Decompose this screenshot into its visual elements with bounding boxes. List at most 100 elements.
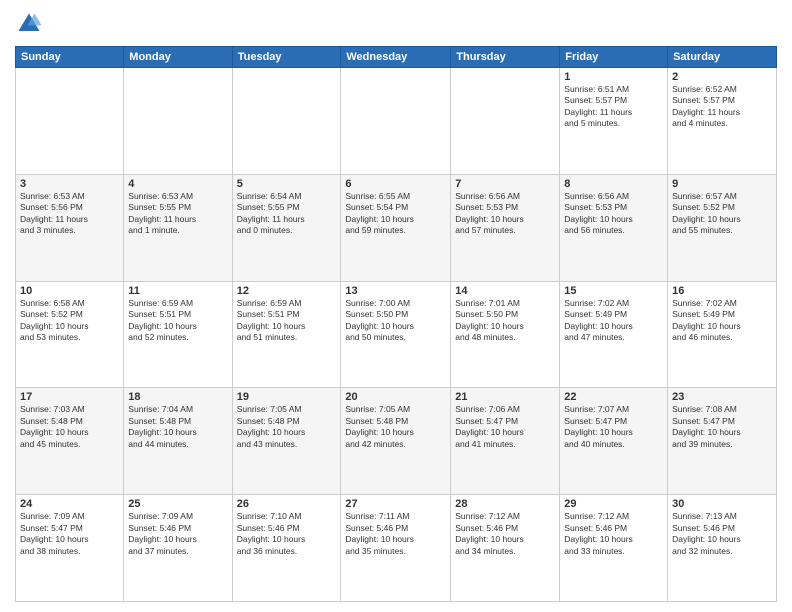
- day-info: Sunrise: 7:05 AM Sunset: 5:48 PM Dayligh…: [237, 404, 337, 450]
- day-info: Sunrise: 7:02 AM Sunset: 5:49 PM Dayligh…: [564, 298, 663, 344]
- logo-icon: [15, 10, 43, 38]
- day-info: Sunrise: 6:52 AM Sunset: 5:57 PM Dayligh…: [672, 84, 772, 130]
- day-number: 20: [345, 391, 446, 403]
- calendar-cell: 12Sunrise: 6:59 AM Sunset: 5:51 PM Dayli…: [232, 281, 341, 388]
- day-number: 29: [564, 498, 663, 510]
- calendar-cell: 24Sunrise: 7:09 AM Sunset: 5:47 PM Dayli…: [16, 495, 124, 602]
- day-number: 5: [237, 178, 337, 190]
- day-info: Sunrise: 6:55 AM Sunset: 5:54 PM Dayligh…: [345, 191, 446, 237]
- calendar-cell: 6Sunrise: 6:55 AM Sunset: 5:54 PM Daylig…: [341, 174, 451, 281]
- day-number: 10: [20, 285, 119, 297]
- page-header: [15, 10, 777, 38]
- day-number: 30: [672, 498, 772, 510]
- day-number: 17: [20, 391, 119, 403]
- day-info: Sunrise: 7:13 AM Sunset: 5:46 PM Dayligh…: [672, 511, 772, 557]
- day-number: 28: [455, 498, 555, 510]
- dow-header-wednesday: Wednesday: [341, 47, 451, 68]
- day-info: Sunrise: 7:12 AM Sunset: 5:46 PM Dayligh…: [455, 511, 555, 557]
- calendar-cell: 22Sunrise: 7:07 AM Sunset: 5:47 PM Dayli…: [560, 388, 668, 495]
- day-number: 2: [672, 71, 772, 83]
- dow-header-tuesday: Tuesday: [232, 47, 341, 68]
- day-number: 9: [672, 178, 772, 190]
- calendar-cell: 25Sunrise: 7:09 AM Sunset: 5:46 PM Dayli…: [124, 495, 232, 602]
- day-info: Sunrise: 7:09 AM Sunset: 5:47 PM Dayligh…: [20, 511, 119, 557]
- calendar-cell: 19Sunrise: 7:05 AM Sunset: 5:48 PM Dayli…: [232, 388, 341, 495]
- calendar-cell: 30Sunrise: 7:13 AM Sunset: 5:46 PM Dayli…: [668, 495, 777, 602]
- day-info: Sunrise: 7:11 AM Sunset: 5:46 PM Dayligh…: [345, 511, 446, 557]
- calendar-cell: 20Sunrise: 7:05 AM Sunset: 5:48 PM Dayli…: [341, 388, 451, 495]
- calendar-cell: 18Sunrise: 7:04 AM Sunset: 5:48 PM Dayli…: [124, 388, 232, 495]
- calendar-cell: 3Sunrise: 6:53 AM Sunset: 5:56 PM Daylig…: [16, 174, 124, 281]
- day-number: 4: [128, 178, 227, 190]
- calendar-cell: 2Sunrise: 6:52 AM Sunset: 5:57 PM Daylig…: [668, 68, 777, 175]
- day-number: 7: [455, 178, 555, 190]
- dow-header-thursday: Thursday: [451, 47, 560, 68]
- calendar-cell: [232, 68, 341, 175]
- day-info: Sunrise: 6:54 AM Sunset: 5:55 PM Dayligh…: [237, 191, 337, 237]
- day-number: 21: [455, 391, 555, 403]
- calendar-cell: 14Sunrise: 7:01 AM Sunset: 5:50 PM Dayli…: [451, 281, 560, 388]
- day-number: 6: [345, 178, 446, 190]
- day-number: 18: [128, 391, 227, 403]
- day-info: Sunrise: 6:51 AM Sunset: 5:57 PM Dayligh…: [564, 84, 663, 130]
- calendar-cell: 23Sunrise: 7:08 AM Sunset: 5:47 PM Dayli…: [668, 388, 777, 495]
- day-number: 25: [128, 498, 227, 510]
- calendar-cell: 4Sunrise: 6:53 AM Sunset: 5:55 PM Daylig…: [124, 174, 232, 281]
- day-info: Sunrise: 7:05 AM Sunset: 5:48 PM Dayligh…: [345, 404, 446, 450]
- calendar-cell: 15Sunrise: 7:02 AM Sunset: 5:49 PM Dayli…: [560, 281, 668, 388]
- day-number: 24: [20, 498, 119, 510]
- calendar-cell: 7Sunrise: 6:56 AM Sunset: 5:53 PM Daylig…: [451, 174, 560, 281]
- calendar-cell: [451, 68, 560, 175]
- day-info: Sunrise: 6:53 AM Sunset: 5:56 PM Dayligh…: [20, 191, 119, 237]
- day-info: Sunrise: 7:06 AM Sunset: 5:47 PM Dayligh…: [455, 404, 555, 450]
- day-number: 11: [128, 285, 227, 297]
- day-info: Sunrise: 7:03 AM Sunset: 5:48 PM Dayligh…: [20, 404, 119, 450]
- calendar: SundayMondayTuesdayWednesdayThursdayFrid…: [15, 46, 777, 602]
- day-number: 1: [564, 71, 663, 83]
- day-number: 3: [20, 178, 119, 190]
- calendar-cell: 10Sunrise: 6:58 AM Sunset: 5:52 PM Dayli…: [16, 281, 124, 388]
- day-info: Sunrise: 6:59 AM Sunset: 5:51 PM Dayligh…: [237, 298, 337, 344]
- day-number: 8: [564, 178, 663, 190]
- day-number: 23: [672, 391, 772, 403]
- day-number: 26: [237, 498, 337, 510]
- day-number: 15: [564, 285, 663, 297]
- dow-header-saturday: Saturday: [668, 47, 777, 68]
- day-info: Sunrise: 7:01 AM Sunset: 5:50 PM Dayligh…: [455, 298, 555, 344]
- calendar-cell: 9Sunrise: 6:57 AM Sunset: 5:52 PM Daylig…: [668, 174, 777, 281]
- day-number: 19: [237, 391, 337, 403]
- day-info: Sunrise: 6:57 AM Sunset: 5:52 PM Dayligh…: [672, 191, 772, 237]
- day-info: Sunrise: 7:02 AM Sunset: 5:49 PM Dayligh…: [672, 298, 772, 344]
- day-info: Sunrise: 6:56 AM Sunset: 5:53 PM Dayligh…: [564, 191, 663, 237]
- day-info: Sunrise: 7:00 AM Sunset: 5:50 PM Dayligh…: [345, 298, 446, 344]
- day-info: Sunrise: 6:59 AM Sunset: 5:51 PM Dayligh…: [128, 298, 227, 344]
- calendar-cell: 16Sunrise: 7:02 AM Sunset: 5:49 PM Dayli…: [668, 281, 777, 388]
- day-info: Sunrise: 7:08 AM Sunset: 5:47 PM Dayligh…: [672, 404, 772, 450]
- calendar-cell: 13Sunrise: 7:00 AM Sunset: 5:50 PM Dayli…: [341, 281, 451, 388]
- day-info: Sunrise: 7:04 AM Sunset: 5:48 PM Dayligh…: [128, 404, 227, 450]
- day-number: 22: [564, 391, 663, 403]
- calendar-cell: [341, 68, 451, 175]
- calendar-cell: 26Sunrise: 7:10 AM Sunset: 5:46 PM Dayli…: [232, 495, 341, 602]
- calendar-cell: 5Sunrise: 6:54 AM Sunset: 5:55 PM Daylig…: [232, 174, 341, 281]
- day-number: 16: [672, 285, 772, 297]
- calendar-cell: 21Sunrise: 7:06 AM Sunset: 5:47 PM Dayli…: [451, 388, 560, 495]
- day-info: Sunrise: 7:12 AM Sunset: 5:46 PM Dayligh…: [564, 511, 663, 557]
- calendar-cell: 17Sunrise: 7:03 AM Sunset: 5:48 PM Dayli…: [16, 388, 124, 495]
- logo: [15, 10, 47, 38]
- day-info: Sunrise: 6:53 AM Sunset: 5:55 PM Dayligh…: [128, 191, 227, 237]
- calendar-cell: 11Sunrise: 6:59 AM Sunset: 5:51 PM Dayli…: [124, 281, 232, 388]
- dow-header-sunday: Sunday: [16, 47, 124, 68]
- calendar-cell: [124, 68, 232, 175]
- dow-header-friday: Friday: [560, 47, 668, 68]
- calendar-cell: 1Sunrise: 6:51 AM Sunset: 5:57 PM Daylig…: [560, 68, 668, 175]
- day-number: 27: [345, 498, 446, 510]
- day-number: 14: [455, 285, 555, 297]
- day-info: Sunrise: 7:10 AM Sunset: 5:46 PM Dayligh…: [237, 511, 337, 557]
- day-info: Sunrise: 7:07 AM Sunset: 5:47 PM Dayligh…: [564, 404, 663, 450]
- calendar-cell: 29Sunrise: 7:12 AM Sunset: 5:46 PM Dayli…: [560, 495, 668, 602]
- dow-header-monday: Monday: [124, 47, 232, 68]
- day-info: Sunrise: 6:56 AM Sunset: 5:53 PM Dayligh…: [455, 191, 555, 237]
- calendar-cell: 27Sunrise: 7:11 AM Sunset: 5:46 PM Dayli…: [341, 495, 451, 602]
- day-number: 12: [237, 285, 337, 297]
